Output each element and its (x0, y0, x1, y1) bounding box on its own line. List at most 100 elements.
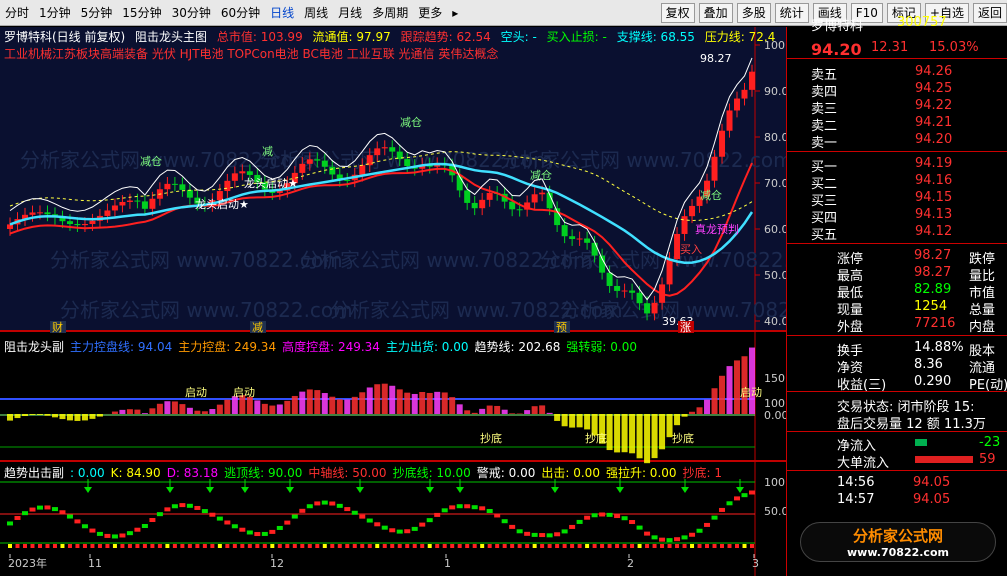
chart-area[interactable]: 分析家公式网 www.70822.com 分析家公式网 www.70822.com… (0, 27, 853, 576)
sub2-kd-point (336, 503, 343, 508)
stock-title: 罗博特科(日线 前复权) (4, 30, 126, 44)
sub1-bar (171, 401, 178, 414)
candle-body (126, 200, 133, 202)
sub1-bar (186, 407, 193, 414)
sub1-name[interactable]: 阻击龙头副 (4, 340, 64, 354)
sub2-kd-point (689, 532, 696, 537)
sub2-base-mark (427, 544, 432, 548)
high-price-label: 98.27 (700, 52, 732, 65)
candle-body (171, 183, 178, 185)
sub2-kd-point (96, 531, 103, 536)
sub2-kd-point (651, 535, 658, 540)
sub1-bar (254, 400, 261, 414)
quote-row: 卖五 94.26 (787, 64, 1007, 83)
sub1-bar (411, 393, 418, 414)
sub1-bar (381, 383, 388, 414)
mcap: 总市值: 103.99 (216, 30, 303, 44)
sub1-label: 抄底 (672, 431, 694, 445)
period-tab-4[interactable]: 30分钟 (167, 0, 216, 26)
watermark: 分析家公式网 www.70822.com (60, 298, 353, 322)
sub2-base-mark (645, 544, 650, 548)
candle-body (44, 212, 51, 215)
sub2-kd-point (464, 504, 471, 509)
period-tab-8[interactable]: 月线 (333, 0, 367, 26)
sub2-kd-point (749, 490, 755, 495)
indicator-name[interactable]: 阻击龙头主图 (135, 30, 207, 44)
panel-divider (0, 460, 786, 462)
sub1-label: 启动 (185, 386, 207, 399)
short: 空头: - (500, 30, 537, 44)
period-tab-10[interactable]: 更多 (413, 0, 447, 26)
sub2-item: 抄底: 1 (682, 466, 723, 480)
sub2-item: 强拉升: 0.00 (605, 466, 677, 480)
sub2-base-mark (97, 544, 102, 548)
sub1-bar (621, 414, 628, 453)
candle-body (81, 224, 88, 226)
toolbar-button-2[interactable]: 多股 (736, 2, 771, 23)
sub1-label: 抄底 (480, 431, 502, 445)
toolbar-button-1[interactable]: 叠加 (698, 2, 733, 23)
sub2-kd-point (119, 533, 126, 538)
sub1-bar (561, 414, 568, 427)
period-tab-9[interactable]: 多周期 (367, 0, 413, 26)
sub1-bar (426, 392, 433, 414)
sub2-base-mark (742, 544, 747, 548)
sub1-bar (164, 401, 171, 414)
candle-body (389, 147, 396, 152)
sub2-base-mark (367, 544, 372, 548)
sub1-bar (209, 409, 216, 414)
sub1-bar (141, 413, 148, 414)
chart-svg[interactable]: 分析家公式网 www.70822.com 分析家公式网 www.70822.com… (0, 27, 853, 576)
big-in-val: 59 (979, 452, 996, 467)
candle-body (614, 285, 621, 291)
sub1-bar (419, 391, 426, 414)
sub1-bar (404, 392, 411, 414)
sub1-bar (179, 404, 186, 414)
sub1-bar (374, 384, 381, 414)
sub1-bar (134, 409, 141, 414)
period-tab-0[interactable]: 分时 (0, 0, 34, 26)
sub2-base-mark (285, 544, 290, 548)
stat2-val: 8.36 (914, 357, 943, 372)
sub2-base-mark (727, 544, 732, 548)
candle-body (719, 130, 726, 157)
candle-body (186, 189, 193, 198)
stat-key: 外盘 (837, 320, 864, 335)
sub2-base-mark (637, 544, 642, 548)
sub2-name[interactable]: 趋势出击副 (4, 466, 64, 480)
sub2-kd-point (81, 524, 88, 529)
quote-row: 最低 82.89 市值 (787, 282, 1007, 301)
period-tab-1[interactable]: 1分钟 (34, 0, 76, 26)
y-tick-label: 80.00 (764, 131, 786, 144)
more-arrow-icon[interactable]: ▸ (447, 0, 463, 26)
period-tab-3[interactable]: 15分钟 (117, 0, 166, 26)
sub2-base-mark (622, 544, 627, 548)
sub2-base-mark (135, 544, 140, 548)
sub1-bar (629, 414, 636, 454)
period-tab-2[interactable]: 5分钟 (76, 0, 118, 26)
sub2-kd-point (666, 538, 673, 543)
candle-body (726, 110, 733, 131)
sub2-kd-point (704, 522, 711, 527)
period-tab-5[interactable]: 60分钟 (216, 0, 265, 26)
sub2-base-mark (90, 544, 95, 548)
sub2-base-mark (240, 544, 245, 548)
sub2-base-mark (187, 544, 192, 548)
sub2-base-mark (67, 544, 72, 548)
divider (787, 151, 1007, 152)
sub2-base-mark (465, 544, 470, 548)
sub1-header: 阻击龙头副 主力控盘线: 94.04 主力控盘: 249.34 高度控盘: 249.3… (4, 338, 643, 355)
toolbar-button-0[interactable]: 复权 (660, 2, 695, 23)
divider (787, 335, 1007, 336)
period-tab-6[interactable]: 日线 (265, 0, 299, 26)
sub2-kd-point (29, 507, 36, 512)
sub2-kd-point (306, 504, 313, 509)
sub1-item: 趋势线: 202.68 (474, 340, 561, 354)
sub2-y-tick: 50.00 (764, 505, 786, 518)
sub2-item: 中轴线: 50.00 (308, 466, 387, 480)
sub2-base-mark (562, 544, 567, 548)
period-tab-7[interactable]: 周线 (299, 0, 333, 26)
sub2-kd-point (314, 501, 321, 506)
sub2-kd-point (419, 522, 426, 527)
sub2-kd-point (329, 501, 336, 506)
